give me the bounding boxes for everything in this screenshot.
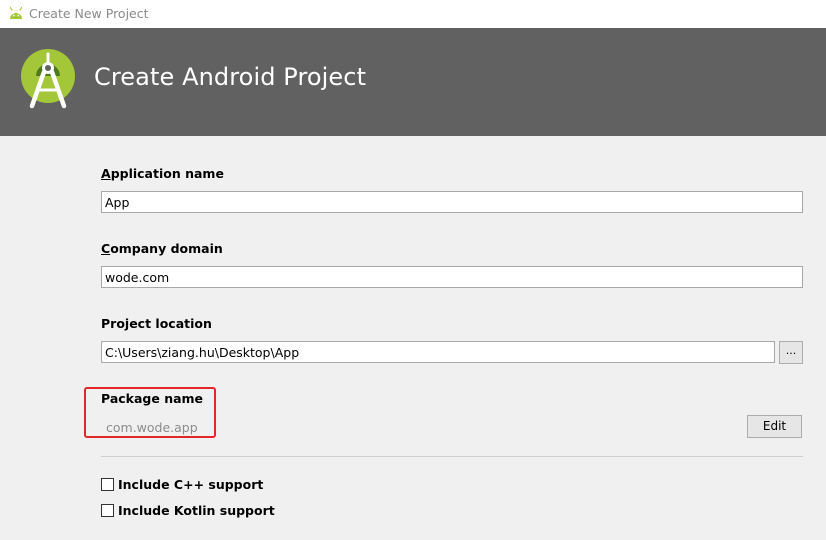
application-name-label: Application name [101,166,224,181]
android-robot-icon [9,6,23,19]
include-kotlin-checkbox[interactable] [101,504,114,517]
window-titlebar: Create New Project [0,0,826,28]
page-title: Create Android Project [94,63,367,91]
include-kotlin-label: Include Kotlin support [118,503,275,518]
include-cpp-checkbox[interactable] [101,478,114,491]
divider [101,456,803,457]
window-title: Create New Project [29,6,149,21]
company-domain-label: Company domain [101,241,223,256]
android-studio-logo-icon [21,49,75,109]
package-name-highlight-box [84,387,216,438]
header-banner: Create Android Project [0,28,826,136]
edit-package-button[interactable]: Edit [747,415,802,438]
application-name-input[interactable] [101,191,803,213]
project-location-label: Project location [101,316,212,331]
project-location-input[interactable] [101,341,775,363]
include-cpp-label: Include C++ support [118,477,264,492]
browse-location-button[interactable]: ... [779,341,803,364]
company-domain-input[interactable] [101,266,803,288]
